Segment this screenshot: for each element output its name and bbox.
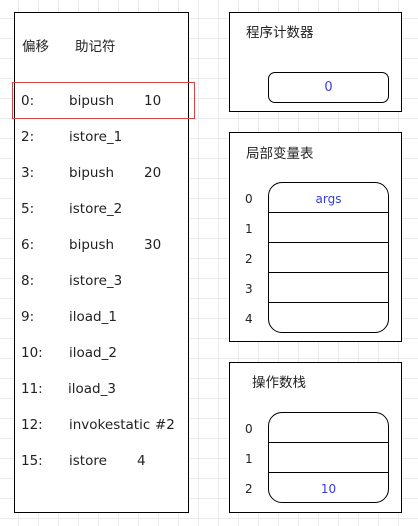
stack-slot-0-index: 0 — [245, 422, 253, 436]
instruction-mnemonic: bipush — [69, 165, 115, 181]
instruction-mnemonic: invokestatic — [69, 417, 151, 433]
instruction-mnemonic: bipush — [69, 237, 115, 253]
instruction-offset: 3: — [21, 165, 35, 181]
instruction-offset: 9: — [21, 309, 35, 325]
pc-value-box: 0 — [268, 72, 389, 103]
stack-slot-2-value: 10 — [320, 482, 337, 496]
operand-stack: 10 — [268, 412, 389, 503]
instruction-operand: 30 — [144, 237, 162, 253]
stack-slot-1-index: 1 — [245, 452, 253, 466]
instruction-offset: 11: — [21, 381, 43, 397]
instruction-operand: 4 — [137, 453, 146, 469]
instruction-operand: 20 — [144, 165, 162, 181]
instruction-offset: 6: — [21, 237, 35, 253]
instruction-mnemonic: bipush — [69, 93, 115, 109]
instruction-operand: #2 — [155, 417, 175, 433]
instruction-offset: 10: — [21, 345, 43, 361]
instruction-offset: 8: — [21, 273, 35, 289]
pc-value: 0 — [324, 80, 333, 95]
instruction-offset: 15: — [21, 453, 43, 469]
locals-title: 局部变量表 — [246, 146, 314, 162]
stack-title: 操作数栈 — [252, 375, 306, 391]
offset-header: 偏移 — [22, 39, 49, 55]
instruction-offset: 0: — [21, 93, 35, 109]
instruction-mnemonic: iload_2 — [69, 345, 117, 361]
instruction-mnemonic: iload_3 — [68, 381, 116, 397]
pc-title: 程序计数器 — [246, 25, 314, 41]
local-slot-2-index: 2 — [245, 252, 253, 266]
local-slot-4-index: 4 — [245, 312, 253, 326]
stack-slot-2-index: 2 — [245, 482, 253, 496]
local-slot-3-index: 3 — [245, 282, 253, 296]
instruction-mnemonic: istore_1 — [69, 129, 123, 145]
local-slot-0-index: 0 — [245, 192, 253, 206]
instruction-offset: 5: — [21, 201, 35, 217]
local-slot-0-value: args — [315, 192, 342, 206]
instruction-mnemonic: istore_2 — [69, 201, 123, 217]
mnemonic-header: 助记符 — [75, 39, 116, 55]
instruction-offset: 12: — [21, 417, 43, 433]
instruction-mnemonic: istore_3 — [69, 273, 123, 289]
instruction-mnemonic: iload_1 — [69, 309, 117, 325]
local-slot-1-index: 1 — [245, 222, 253, 236]
instruction-offset: 2: — [21, 129, 35, 145]
locals-table: args — [268, 182, 389, 333]
instruction-mnemonic: istore — [69, 453, 107, 469]
instruction-operand: 10 — [144, 93, 162, 109]
